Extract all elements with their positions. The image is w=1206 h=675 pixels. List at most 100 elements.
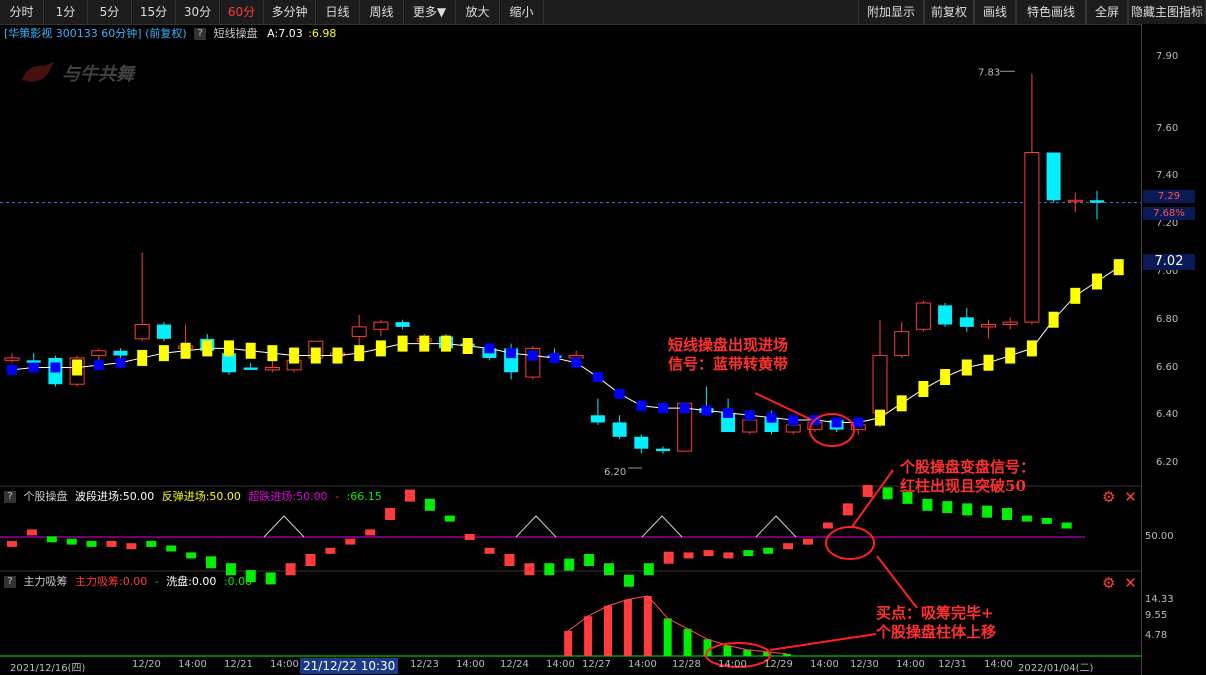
panel2-bar bbox=[1021, 515, 1032, 522]
panel2-bar bbox=[803, 538, 813, 545]
gear-icon[interactable]: ⚙ bbox=[1102, 574, 1115, 592]
time-axis-label: 12/20 bbox=[132, 659, 161, 670]
panel2-bar bbox=[643, 563, 654, 576]
candle-body bbox=[113, 350, 128, 356]
indicator-band-block bbox=[940, 369, 951, 386]
help-icon[interactable]: ? bbox=[4, 491, 16, 503]
indicator-band-block bbox=[28, 362, 39, 373]
candle-body bbox=[1067, 199, 1083, 203]
help-icon[interactable]: ? bbox=[4, 576, 16, 588]
time-axis-label: 12/30 bbox=[850, 659, 879, 670]
indicator-band-block bbox=[853, 417, 864, 428]
candle-body bbox=[1090, 200, 1104, 203]
time-axis-label: 12/28 bbox=[672, 659, 701, 670]
indicator-band-block bbox=[441, 335, 451, 352]
candle-body bbox=[981, 324, 996, 328]
annotation-turn-signal: 个股操盘变盘信号： 红柱出现且突破50 bbox=[900, 458, 1035, 496]
indicator-band-block bbox=[1113, 259, 1124, 276]
indicator-band-block bbox=[93, 360, 104, 371]
price-axis-label: 7.60 bbox=[1156, 122, 1179, 134]
time-axis-label: 14:00 bbox=[628, 659, 657, 670]
panel2-bar bbox=[524, 563, 535, 576]
time-axis-label: 12/21 bbox=[224, 659, 253, 670]
panel2-triangle bbox=[263, 515, 305, 538]
indicator-band-block bbox=[614, 388, 625, 399]
annotation-pointer bbox=[754, 392, 813, 421]
panel2-bar bbox=[842, 503, 853, 516]
panel2-tools: ⚙ ✕ bbox=[1102, 488, 1137, 506]
candle-body bbox=[91, 350, 107, 357]
panel2-bar bbox=[464, 534, 475, 540]
panel2-bar bbox=[484, 547, 495, 554]
time-axis-label: 14:00 bbox=[984, 659, 1013, 670]
indicator-band-block bbox=[1092, 273, 1102, 290]
panel2-bar bbox=[86, 540, 97, 547]
peak-price-label: 7.83 bbox=[978, 67, 1000, 78]
indicator-band-block bbox=[332, 347, 343, 364]
low-price-label: 6.20 bbox=[604, 467, 626, 478]
panel2-bar bbox=[564, 558, 575, 571]
panel2-value: :66.15 bbox=[346, 490, 382, 503]
panel2-bar bbox=[365, 529, 376, 536]
panel3-axis-label: 9.55 bbox=[1145, 610, 1168, 621]
panel2-bar bbox=[504, 554, 515, 566]
panel3-bar bbox=[703, 639, 712, 656]
indicator-band-block bbox=[375, 340, 386, 357]
panel2-bar bbox=[305, 554, 316, 566]
panel3-title: 主力吸筹 bbox=[23, 575, 68, 588]
indicator-band-block bbox=[310, 347, 321, 364]
indicator-band-block bbox=[875, 409, 885, 426]
panel3-header: ? 主力吸筹 主力吸筹:0.00 - 洗盘:0.00 :0.00 bbox=[0, 573, 252, 591]
panel2-bar bbox=[146, 540, 157, 547]
time-axis-label: 14:00 bbox=[270, 659, 299, 670]
time-axis-label: 14:00 bbox=[178, 659, 207, 670]
candle-body bbox=[612, 422, 627, 437]
indicator-band-block bbox=[245, 342, 256, 359]
price-axis-label: 6.40 bbox=[1156, 409, 1179, 421]
indicator-band-block bbox=[397, 335, 408, 352]
candle-body bbox=[785, 424, 801, 433]
candle-body bbox=[656, 448, 670, 452]
price-axis-label: 6.80 bbox=[1156, 313, 1179, 325]
cursor-time: 21/12/22 10:30 bbox=[300, 658, 399, 674]
panel3-axis-label: 14.33 bbox=[1145, 594, 1174, 605]
panel3-bar bbox=[783, 653, 792, 656]
indicator-band-block bbox=[788, 415, 799, 426]
gear-icon[interactable]: ⚙ bbox=[1102, 488, 1115, 506]
indicator-line bbox=[11, 266, 1119, 423]
time-end: 2022/01/04(二) bbox=[1018, 663, 1094, 674]
indicator-band-block bbox=[918, 381, 929, 397]
candle-body bbox=[134, 324, 150, 340]
candle-body bbox=[894, 331, 910, 357]
indicator-band-block bbox=[549, 352, 560, 363]
panel2-bar bbox=[265, 572, 276, 585]
indicator-band-block bbox=[224, 340, 234, 357]
panel2-bar bbox=[862, 485, 873, 497]
indicator-band-block bbox=[115, 357, 126, 368]
time-axis-label: 12/27 bbox=[582, 659, 611, 670]
panel2-bar bbox=[126, 543, 137, 550]
panel3-bar bbox=[643, 596, 652, 656]
indicator-band-block bbox=[137, 349, 148, 366]
panel2-bar bbox=[385, 508, 396, 520]
panel2-title: 个股操盘 bbox=[23, 490, 68, 503]
candle-body bbox=[915, 302, 931, 330]
close-icon[interactable]: ✕ bbox=[1124, 574, 1137, 592]
panel2-bar bbox=[444, 515, 455, 522]
panel3-bar bbox=[743, 649, 752, 656]
candle-body bbox=[26, 360, 41, 363]
time-start: 2021/12/16(四) bbox=[10, 663, 86, 674]
indicator-band-block bbox=[289, 347, 300, 364]
indicator-band-block bbox=[527, 350, 538, 361]
indicator-band-block bbox=[831, 417, 842, 428]
panel2-bar bbox=[1041, 517, 1052, 524]
indicator-band-block bbox=[7, 364, 17, 375]
candle-body bbox=[1046, 152, 1061, 201]
annotation-line: 短线操盘出现进场 bbox=[668, 336, 789, 354]
candle-body bbox=[590, 415, 605, 423]
panel2-bar bbox=[942, 501, 953, 514]
panel2-bar bbox=[962, 503, 973, 516]
candle-body bbox=[872, 355, 888, 414]
close-icon[interactable]: ✕ bbox=[1124, 488, 1137, 506]
panel2-triangle bbox=[641, 515, 683, 538]
